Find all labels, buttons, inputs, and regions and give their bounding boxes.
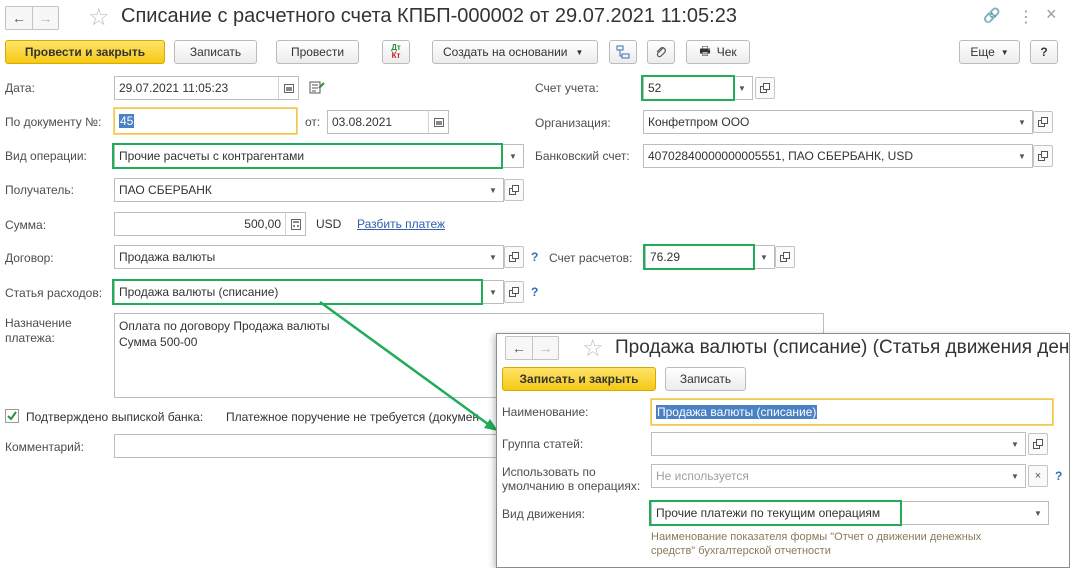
popup-movement-type-label: Вид движения:	[502, 507, 585, 521]
popup-note-line1: Наименование показателя формы "Отчет о д…	[651, 531, 982, 543]
popup-default-help-icon[interactable]: ?	[1055, 469, 1062, 483]
popup-group-select[interactable]: ▼	[651, 432, 1026, 456]
popup-back-arrow-icon[interactable]: ←	[506, 337, 532, 359]
popup-title: Продажа валюты (списание) (Статья движен…	[615, 337, 1070, 358]
dropdown-arrow-icon[interactable]: ▼	[1028, 502, 1048, 524]
popup-name-input[interactable]: Продажа валюты (списание)	[651, 399, 1053, 425]
popup-clear-icon[interactable]: ×	[1028, 465, 1048, 487]
popup-favorite-star-icon[interactable]: ☆	[582, 334, 604, 363]
popup-open-group-icon[interactable]	[1028, 433, 1048, 455]
popup-group-label: Группа статей:	[502, 437, 584, 451]
popup-save-and-close-button[interactable]: Записать и закрыть	[502, 367, 656, 391]
popup-default-operations-select[interactable]: Не используется ▼	[651, 464, 1026, 488]
dropdown-arrow-icon[interactable]: ▼	[1005, 433, 1025, 455]
popup-movement-type-highlight	[649, 500, 902, 526]
popup-name-value: Продажа валюты (списание)	[656, 405, 818, 419]
popup-default-value: Не используется	[656, 469, 749, 483]
popup-name-label: Наименование:	[502, 405, 589, 419]
popup-forward-arrow-icon[interactable]: →	[532, 337, 558, 359]
dropdown-arrow-icon[interactable]: ▼	[1005, 465, 1025, 487]
popup-default-label-line2: умолчанию в операциях:	[502, 479, 641, 493]
expense-item-popup: ← → ☆ Продажа валюты (списание) (Статья …	[496, 333, 1070, 568]
popup-note-line2: средств" бухгалтерской отчетности	[651, 545, 831, 557]
popup-history-nav: ← →	[505, 336, 559, 360]
popup-group-value	[652, 433, 1005, 455]
popup-default-label-line1: Использовать по	[502, 465, 596, 479]
popup-save-button[interactable]: Записать	[665, 367, 746, 391]
